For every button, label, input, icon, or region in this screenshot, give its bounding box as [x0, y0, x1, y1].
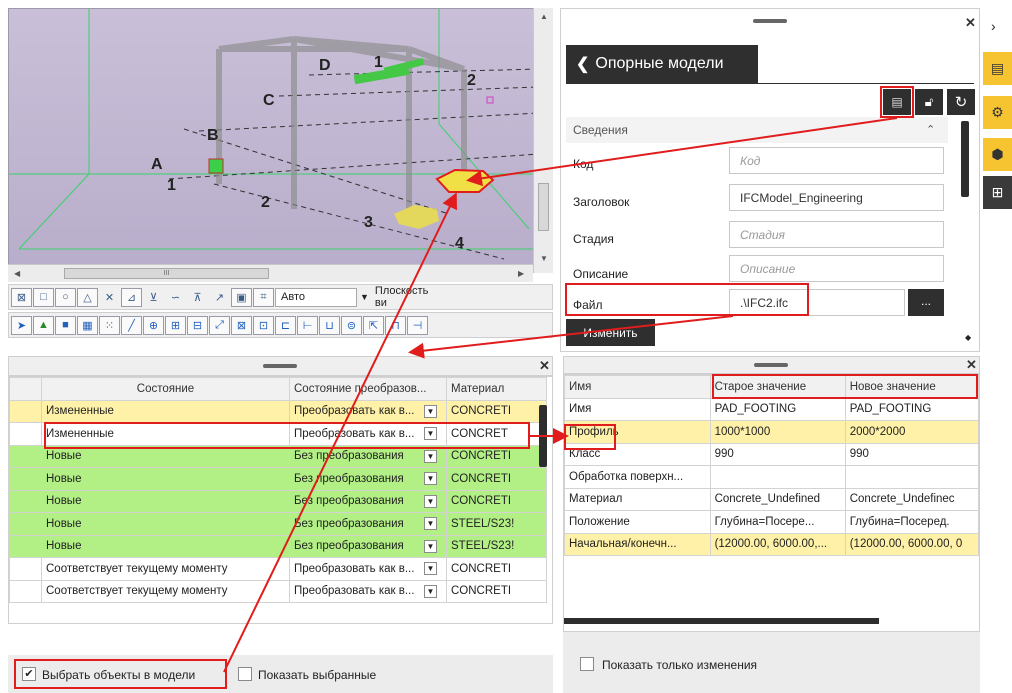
annotation-arrows [223, 117, 898, 673]
